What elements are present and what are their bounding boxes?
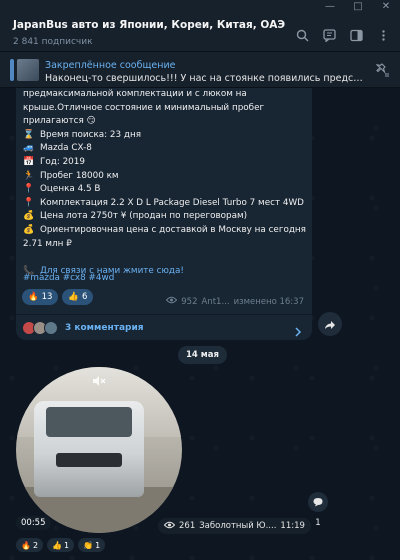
detail-year: 📅 Год: 2019 bbox=[23, 156, 308, 170]
view-count: 952 bbox=[181, 296, 198, 307]
video-time: 11:19 bbox=[280, 521, 305, 531]
pin-icon: 📍 bbox=[23, 197, 35, 208]
video-reactions: 🔥 2 👍 1 👏 1 bbox=[16, 538, 106, 552]
calendar-icon: 📅 bbox=[23, 156, 35, 167]
minimize-button[interactable]: — bbox=[316, 0, 344, 16]
thumbs-up-icon: 👍 bbox=[68, 292, 80, 302]
reaction-thumbs-up[interactable]: 👍 6 bbox=[62, 289, 94, 305]
post-reactions: 🔥 13 👍 6 bbox=[22, 289, 94, 305]
header-actions bbox=[293, 26, 392, 44]
money-bag-icon: 💰 bbox=[23, 211, 35, 222]
video-duration: 00:55 bbox=[16, 516, 51, 530]
clap-icon: 👏 bbox=[83, 540, 94, 550]
reaction-clap[interactable]: 👏 1 bbox=[78, 538, 106, 552]
date-separator: 14 мая bbox=[178, 346, 227, 364]
video-comments[interactable]: 1 bbox=[306, 492, 330, 532]
pinned-thumbnail bbox=[17, 59, 39, 81]
money-bag-icon: 💰 bbox=[23, 224, 35, 235]
hashtags[interactable]: #mazda #cx8 #4wd bbox=[23, 273, 114, 283]
pinned-text: Наконец-то свершилось!!! У нас на стоянк… bbox=[45, 73, 365, 84]
detail-model: 🚙 Mazda CX-8 bbox=[23, 142, 308, 156]
post-line: предмаксимальной комплектации и с люком … bbox=[23, 89, 247, 99]
window-controls: — □ ✕ bbox=[316, 0, 400, 16]
video-frame-windshield bbox=[46, 407, 132, 437]
avatar bbox=[44, 320, 58, 335]
channel-title[interactable]: JapanBus авто из Японии, Кореи, Китая, О… bbox=[13, 19, 285, 31]
pin-icon: 📍 bbox=[23, 184, 35, 195]
pin-list-icon[interactable] bbox=[374, 62, 390, 81]
chevron-right-icon bbox=[294, 322, 302, 341]
comments-count[interactable]: 3 комментария bbox=[65, 323, 144, 333]
maximize-button[interactable]: □ bbox=[344, 0, 372, 16]
eye-icon bbox=[163, 521, 176, 532]
car-icon: 🚙 bbox=[23, 143, 35, 154]
comment-icon[interactable] bbox=[308, 492, 328, 512]
detail-search-time: ⌛ Время поиска: 23 дня bbox=[23, 129, 308, 143]
pinned-title: Закреплённое сообщение bbox=[45, 60, 176, 71]
reaction-fire[interactable]: 🔥 2 bbox=[16, 538, 44, 552]
video-views: 261 bbox=[179, 521, 196, 531]
pinned-message-bar[interactable]: Закреплённое сообщение Наконец-то сверши… bbox=[0, 52, 400, 88]
comments-icon[interactable] bbox=[320, 26, 338, 44]
commenter-avatars bbox=[22, 320, 58, 335]
detail-delivery-price: 💰 Ориентировочная цена с доставкой в Моск… bbox=[23, 224, 308, 238]
subscriber-count: 2 841 подписчик bbox=[13, 37, 93, 47]
reaction-fire[interactable]: 🔥 13 bbox=[22, 289, 59, 305]
post-line: прилагаются 😏 bbox=[23, 116, 96, 127]
share-icon bbox=[324, 315, 336, 334]
video-author: Заболотный Ю.... bbox=[199, 521, 277, 531]
more-icon[interactable] bbox=[374, 26, 392, 44]
edited-time: изменено 16:37 bbox=[233, 296, 304, 307]
detail-lot-price: 💰 Цена лота 2750т ¥ (продан по переговора… bbox=[23, 210, 308, 224]
reaction-thumbs-up[interactable]: 👍 1 bbox=[47, 538, 75, 552]
comments-bar[interactable]: 3 комментария bbox=[16, 314, 312, 340]
share-button[interactable] bbox=[318, 312, 342, 336]
detail-mileage: 🏃 Пробег 18000 км bbox=[23, 170, 308, 184]
mute-icon[interactable] bbox=[90, 373, 108, 389]
post-author: Ant1... bbox=[201, 296, 230, 307]
video-meta: 261 Заболотный Ю.... 11:19 bbox=[158, 518, 311, 534]
fire-icon: 🔥 bbox=[21, 540, 31, 550]
close-button[interactable]: ✕ bbox=[372, 0, 400, 16]
video-comment-count: 1 bbox=[315, 518, 321, 528]
search-icon[interactable] bbox=[293, 26, 311, 44]
post-meta: 952 Ant1... изменено 16:37 bbox=[166, 296, 304, 307]
detail-grade: 📍 Оценка 4.5 В bbox=[23, 183, 308, 197]
fire-icon: 🔥 bbox=[28, 292, 39, 302]
post-line: крыше.Отличное состояние и минимальный п… bbox=[23, 102, 265, 113]
pinned-indicator bbox=[10, 59, 14, 81]
runner-icon: 🏃 bbox=[23, 170, 35, 181]
sidebar-icon[interactable] bbox=[347, 26, 365, 44]
eye-icon bbox=[166, 296, 178, 307]
price-value: 2.71 млн ₽ bbox=[23, 238, 72, 249]
detail-trim: 📍 Комплектация 2.2 X D L Package Diesel T… bbox=[23, 197, 308, 211]
video-message[interactable] bbox=[16, 367, 182, 533]
channel-post[interactable]: предмаксимальной комплектации и с люком … bbox=[16, 88, 312, 340]
video-frame-grille bbox=[56, 453, 122, 467]
post-text: предмаксимальной комплектации и с люком … bbox=[23, 88, 308, 278]
thumbs-up-icon: 👍 bbox=[52, 540, 63, 550]
hourglass-icon: ⌛ bbox=[23, 129, 35, 140]
